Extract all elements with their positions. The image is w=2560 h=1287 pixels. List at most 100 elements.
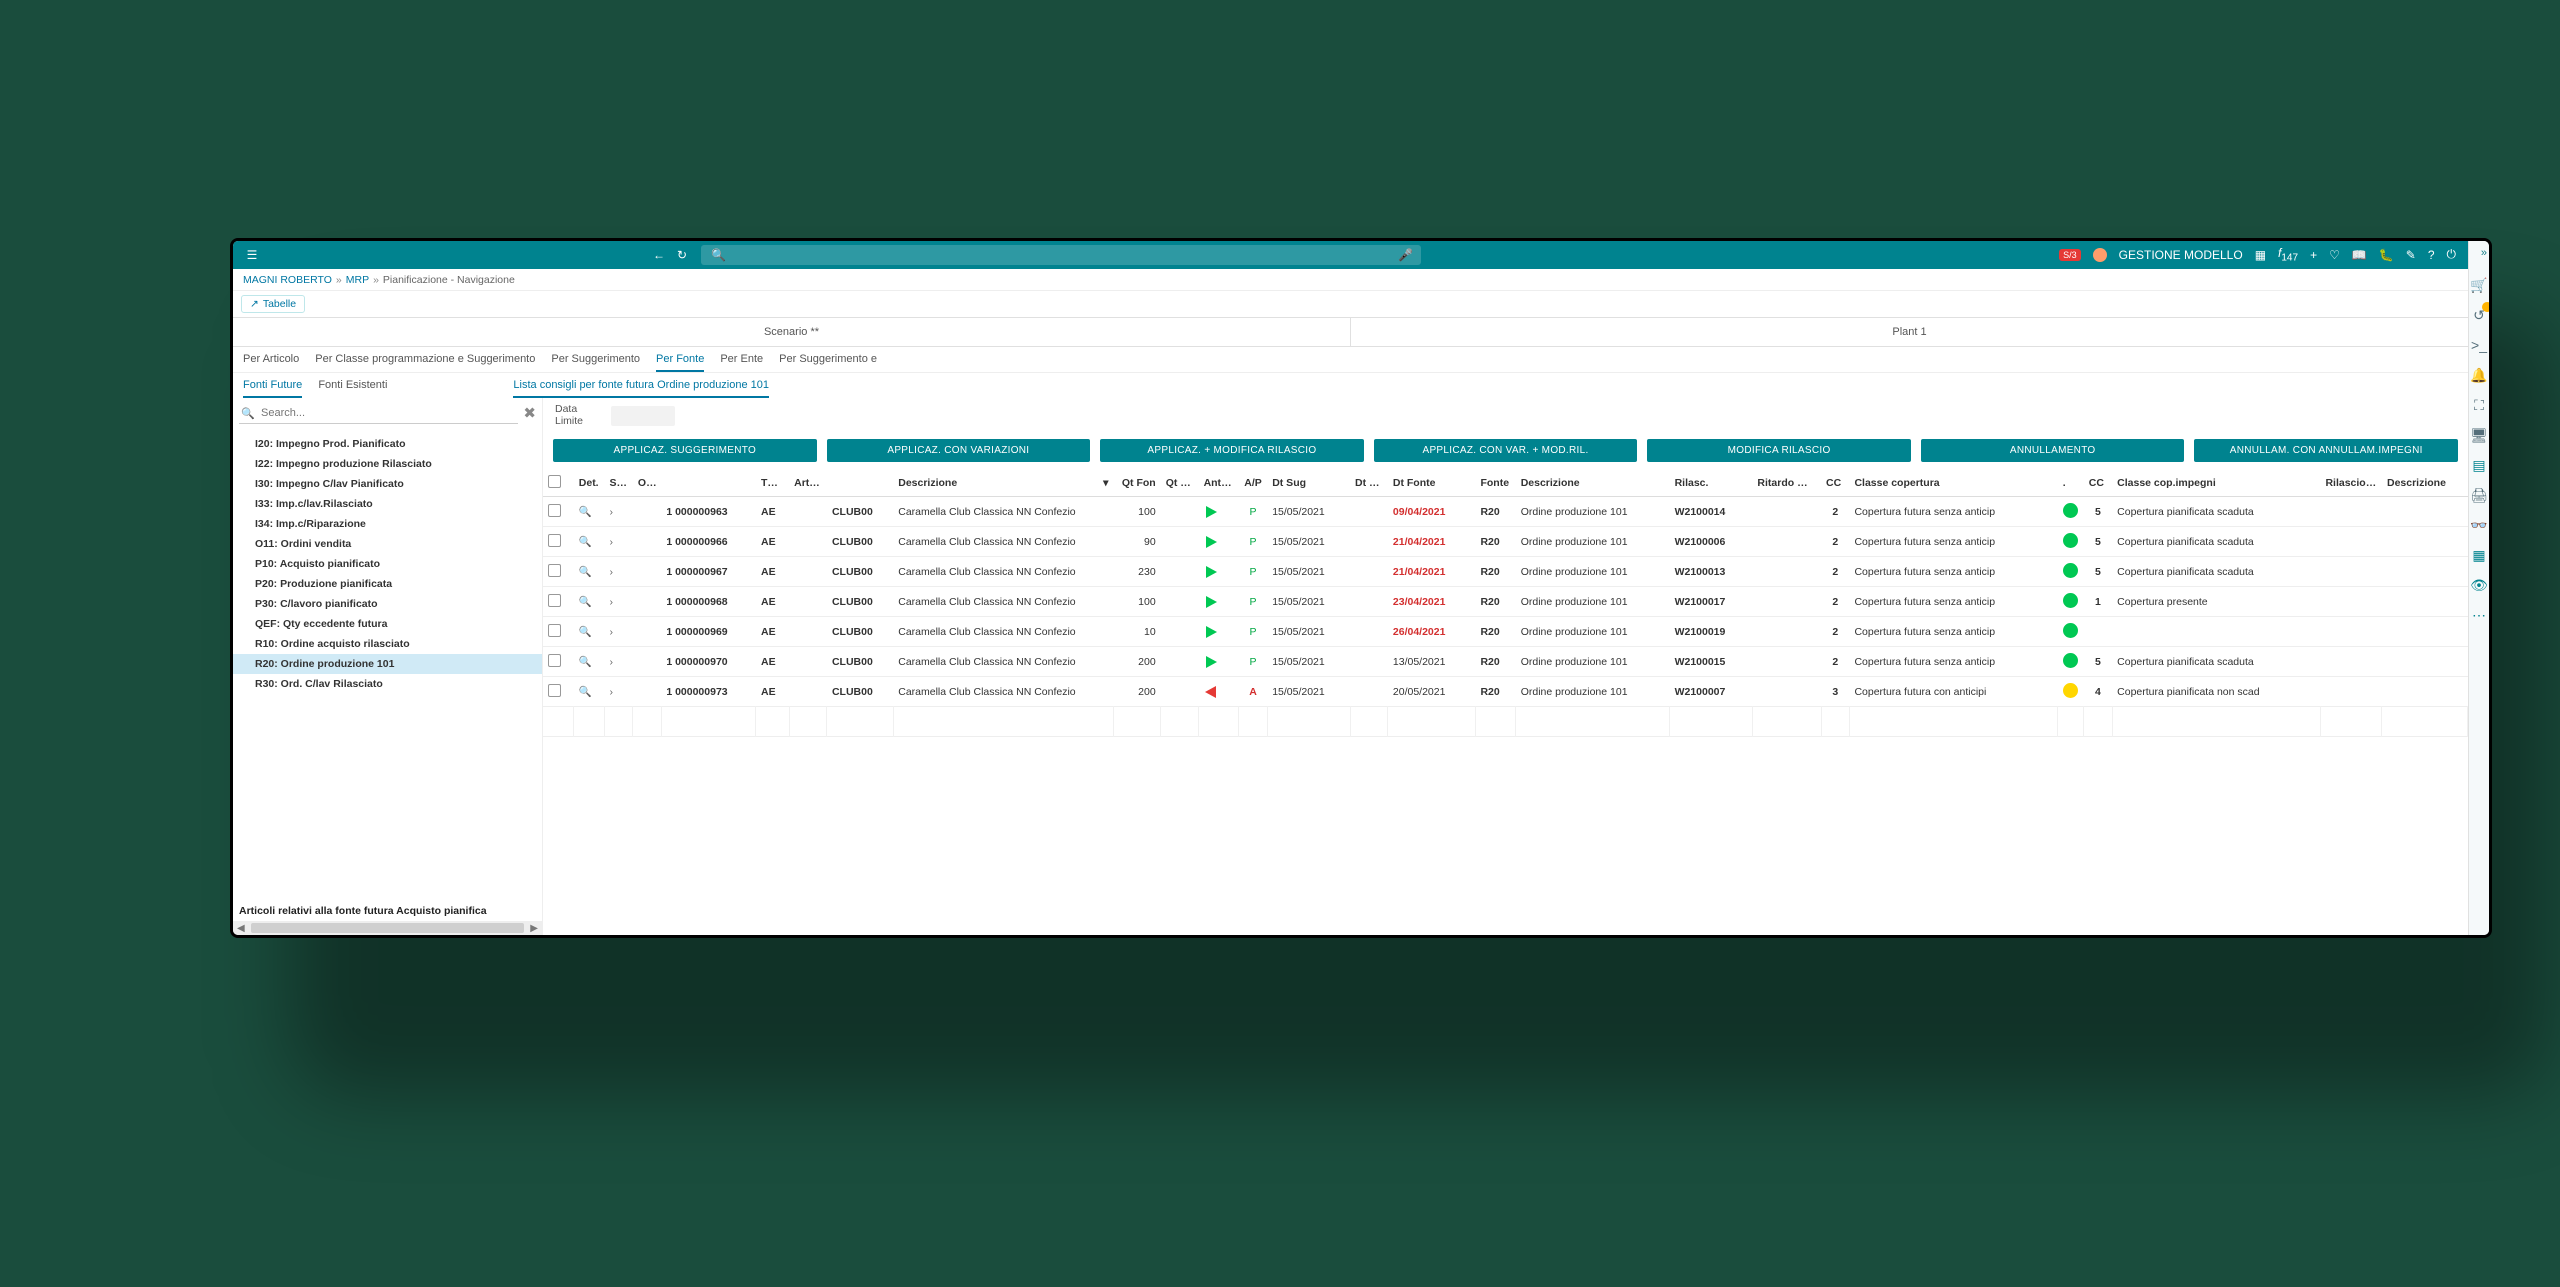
global-search-input[interactable] [701, 245, 1421, 265]
row-checkbox[interactable] [548, 534, 561, 547]
th-descrizione3[interactable]: Descrizione [2382, 470, 2468, 497]
th-cc[interactable]: CC [1821, 470, 1849, 497]
sidebar-item[interactable]: I22: Impegno produzione Rilasciato [233, 454, 542, 474]
th-ant-rit[interactable]: Ant. Rit. [1199, 470, 1239, 497]
print-icon[interactable]: 🖨 [2469, 485, 2489, 505]
sidebar-item[interactable]: QEF: Qty eccedente futura [233, 614, 542, 634]
th-classe-cop[interactable]: Classe copertura [1849, 470, 2057, 497]
expand-row-icon[interactable]: › [610, 656, 614, 668]
expand-row-icon[interactable]: › [610, 596, 614, 608]
user-label[interactable]: GESTIONE MODELLO [2119, 248, 2243, 262]
tab-per-classe[interactable]: Per Classe programmazione e Suggerimento [315, 353, 535, 372]
table-row[interactable]: 🔍›1 000000970AECLUB00Caramella Club Clas… [543, 647, 2468, 677]
th-dt-sug[interactable]: Dt Sug [1267, 470, 1350, 497]
back-icon[interactable]: ← [653, 248, 665, 262]
sidebar-item[interactable]: I33: Imp.c/lav.Rilasciato [233, 494, 542, 514]
table-wrapper[interactable]: Det. Sug. Origine Tp Sug Articolo Descri… [543, 470, 2468, 935]
magnifier-icon[interactable]: 🔍 [579, 596, 592, 608]
help-icon[interactable]: ? [2428, 248, 2435, 262]
history-icon[interactable]: ↺ [2469, 305, 2489, 325]
subtab-fonti-esistenti[interactable]: Fonti Esistenti [318, 379, 387, 398]
table-row[interactable]: 🔍›1 000000968AECLUB00Caramella Club Clas… [543, 587, 2468, 617]
th-descrizione[interactable]: Descrizione ▾ [893, 470, 1113, 497]
row-checkbox[interactable] [548, 594, 561, 607]
plant-cell[interactable]: Plant 1 [1350, 318, 2468, 346]
presentation-icon[interactable]: 📖 [2352, 248, 2367, 262]
btn-applicaz-mod-ril[interactable]: APPLICAZ. + MODIFICA RILASCIO [1100, 439, 1364, 462]
expand-row-icon[interactable]: › [610, 536, 614, 548]
expand-row-icon[interactable]: › [610, 566, 614, 578]
tab-per-suggerimento-e[interactable]: Per Suggerimento e [779, 353, 877, 372]
th-rit-min[interactable]: Ritardo Minimo presunto Lordo [1752, 470, 1821, 497]
scroll-right-icon[interactable]: ▶ [530, 923, 538, 934]
sidebar-search-input[interactable] [239, 402, 518, 424]
avatar[interactable] [2093, 248, 2107, 262]
th-descrizione2[interactable]: Descrizione [1516, 470, 1670, 497]
mic-icon[interactable]: 🎤 [1398, 248, 1413, 262]
vr-icon[interactable]: 👓 [2469, 515, 2489, 535]
table-row[interactable]: 🔍›1 000000967AECLUB00Caramella Club Clas… [543, 557, 2468, 587]
th-qt-sug[interactable]: Qt Sug [1161, 470, 1199, 497]
subtab-fonti-future[interactable]: Fonti Future [243, 379, 302, 398]
sidebar-item-selected[interactable]: R20: Ordine produzione 101 [233, 654, 542, 674]
expand-row-icon[interactable]: › [610, 686, 614, 698]
sidebar-h-scrollbar[interactable]: ◀ ▶ [233, 921, 542, 935]
power-icon[interactable]: ⏻ [2447, 247, 2457, 262]
th-articolo[interactable]: Articolo [789, 470, 827, 497]
btn-applicaz-variaz[interactable]: APPLICAZ. CON VARIAZIONI [827, 439, 1091, 462]
monitor-icon[interactable]: 🖥 [2469, 425, 2489, 445]
btn-applicaz-sugg[interactable]: APPLICAZ. SUGGERIMENTO [553, 439, 817, 462]
sort-icon[interactable]: ▾ [1103, 477, 1108, 489]
row-checkbox[interactable] [548, 504, 561, 517]
th-dot[interactable]: . [2058, 470, 2084, 497]
row-checkbox[interactable] [548, 564, 561, 577]
tab-per-fonte[interactable]: Per Fonte [656, 353, 704, 372]
table-row[interactable]: 🔍›1 000000963AECLUB00Caramella Club Clas… [543, 497, 2468, 527]
th-qt-fon[interactable]: Qt Fon [1113, 470, 1160, 497]
fullscreen-icon[interactable]: ⛶ [2469, 395, 2489, 415]
clear-icon[interactable]: ✖ [523, 404, 536, 422]
eye-icon[interactable]: 👁 [2469, 575, 2489, 595]
btn-annullamento[interactable]: ANNULLAMENTO [1921, 439, 2185, 462]
sidebar-item[interactable]: R10: Ordine acquisto rilasciato [233, 634, 542, 654]
sidebar-item[interactable]: I30: Impegno C/lav Pianificato [233, 474, 542, 494]
sidebar-item[interactable]: P30: C/lavoro pianificato [233, 594, 542, 614]
th-sug[interactable]: Sug. [605, 470, 633, 497]
collapse-rail-icon[interactable]: » [2481, 247, 2487, 259]
sidebar-item[interactable]: P10: Acquisto pianificato [233, 554, 542, 574]
expand-row-icon[interactable]: › [610, 506, 614, 518]
edit-icon[interactable]: ✎ [2406, 248, 2416, 262]
apps-icon[interactable]: ▦ [2255, 248, 2266, 262]
magnifier-icon[interactable]: 🔍 [579, 686, 592, 698]
row-checkbox[interactable] [548, 684, 561, 697]
refresh-icon[interactable]: ↻ [677, 248, 687, 262]
magnifier-icon[interactable]: 🔍 [579, 656, 592, 668]
more-icon[interactable]: ⋯ [2469, 605, 2489, 625]
th-dt-fp[interactable]: Dt F.p. [1350, 470, 1388, 497]
row-checkbox[interactable] [548, 624, 561, 637]
bell-icon[interactable]: 🔔 [2469, 365, 2489, 385]
th-fonte[interactable]: Fonte [1475, 470, 1515, 497]
expand-row-icon[interactable]: › [610, 626, 614, 638]
row-checkbox[interactable] [548, 654, 561, 667]
table-row[interactable]: 🔍›1 000000966AECLUB00Caramella Club Clas… [543, 527, 2468, 557]
magnifier-icon[interactable]: 🔍 [579, 536, 592, 548]
data-limite-input[interactable] [611, 406, 675, 426]
scroll-left-icon[interactable]: ◀ [237, 923, 245, 934]
add-icon[interactable]: + [2310, 248, 2317, 262]
terminal-icon[interactable]: >_ [2469, 335, 2489, 355]
th-ril-selfie[interactable]: Rilascio Selfie [2320, 470, 2382, 497]
th-ap[interactable]: A/P [1239, 470, 1267, 497]
breadcrumb-user[interactable]: MAGNI ROBERTO [243, 274, 332, 286]
th-classe-cop-imp[interactable]: Classe cop.impegni [2112, 470, 2320, 497]
btn-modifica-ril[interactable]: MODIFICA RILASCIO [1647, 439, 1911, 462]
th-dt-fonte[interactable]: Dt Fonte [1388, 470, 1476, 497]
grid-icon[interactable]: ▦ [2469, 545, 2489, 565]
sidebar-item[interactable]: I20: Impegno Prod. Pianificato [233, 434, 542, 454]
breadcrumb-module[interactable]: MRP [346, 274, 369, 286]
table-row[interactable]: 🔍›1 000000973AECLUB00Caramella Club Clas… [543, 677, 2468, 707]
select-all-checkbox[interactable] [548, 475, 561, 488]
favorite-icon[interactable]: ♡ [2329, 248, 2340, 262]
scenario-cell[interactable]: Scenario ** [233, 318, 1350, 346]
th-origine[interactable]: Origine [633, 470, 661, 497]
